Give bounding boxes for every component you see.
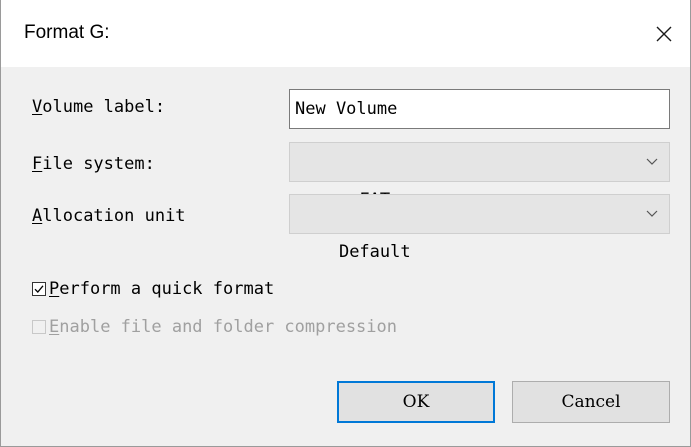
allocation-unit-select[interactable]: Default	[289, 194, 670, 262]
quick-format-label: erform a quick format	[59, 279, 275, 299]
accesskey-v: V	[32, 97, 43, 117]
chevron-down-icon	[646, 158, 658, 165]
format-dialog: Format G: Volume label: New Volume File …	[0, 0, 691, 447]
accesskey-e: E	[49, 317, 60, 337]
allocation-unit-text: llocation unit	[42, 206, 186, 226]
allocation-unit-label: Allocation unit	[32, 206, 186, 226]
accesskey-a: A	[32, 206, 43, 226]
accesskey-p: P	[49, 279, 60, 299]
close-icon	[656, 26, 672, 42]
ok-button[interactable]: OK	[337, 381, 495, 423]
volume-label-text: olume label:	[42, 97, 166, 117]
file-system-label: File system:	[32, 154, 155, 174]
close-button[interactable]	[641, 12, 687, 56]
dialog-title: Format G:	[24, 22, 110, 43]
checkbox-box[interactable]	[32, 282, 46, 296]
compression-checkbox: Enable file and folder compression	[32, 315, 397, 339]
compression-label: nable file and folder compression	[59, 317, 398, 337]
check-icon	[34, 285, 44, 293]
chevron-down-icon	[646, 210, 658, 217]
quick-format-checkbox[interactable]: Perform a quick format	[32, 277, 274, 301]
file-system-select[interactable]: exFAT	[289, 142, 670, 210]
volume-label-label: Volume label:	[32, 97, 165, 117]
allocation-unit-value: Default	[338, 242, 411, 262]
title-bar: Format G:	[1, 0, 690, 67]
cancel-button[interactable]: Cancel	[512, 381, 670, 423]
checkbox-box	[32, 320, 46, 334]
volume-label-input[interactable]: New Volume	[289, 89, 670, 129]
accesskey-f: F	[32, 154, 43, 174]
file-system-text: ile system:	[42, 154, 155, 174]
